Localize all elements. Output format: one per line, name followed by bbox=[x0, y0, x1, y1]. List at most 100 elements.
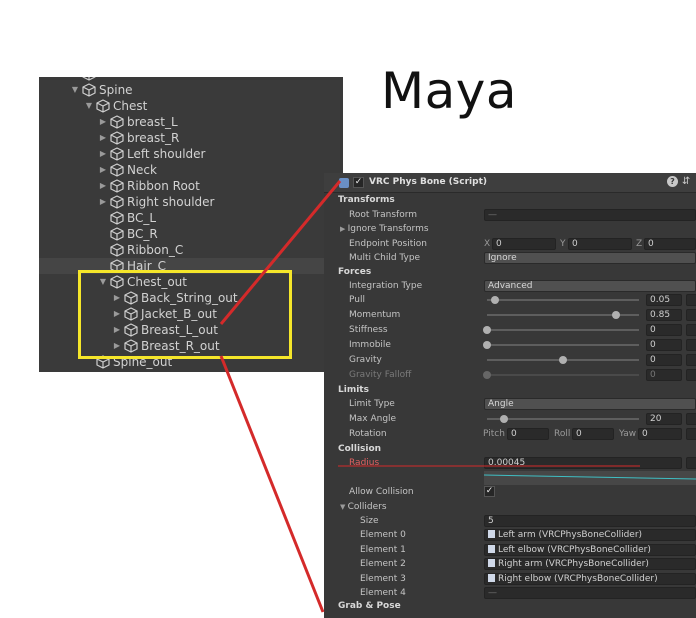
hierarchy-item[interactable]: BC_R bbox=[39, 226, 343, 242]
cube-icon bbox=[110, 115, 124, 129]
ignore-transforms-toggle[interactable]: ▶ Ignore Transforms bbox=[340, 224, 429, 234]
stiffness-value-field[interactable]: 0 bbox=[646, 324, 682, 336]
hierarchy-item[interactable]: Hair_C bbox=[39, 258, 343, 274]
file-icon bbox=[488, 573, 495, 582]
stiffness-slider-track[interactable] bbox=[487, 329, 639, 331]
gravity-curve-field[interactable] bbox=[686, 354, 696, 366]
limit-type-dropdown[interactable]: Angle bbox=[484, 398, 696, 410]
momentum-value-field[interactable]: 0.85 bbox=[646, 309, 682, 321]
z-axis-label: Z bbox=[636, 239, 643, 249]
root-transform-row: Root Transform — bbox=[324, 208, 696, 222]
hierarchy-item[interactable]: ▶ Breast_R_out bbox=[39, 338, 343, 354]
rotation-curve-field[interactable] bbox=[686, 428, 696, 440]
collider-element-label: Element 2 bbox=[360, 559, 406, 569]
stiffness-curve-field[interactable] bbox=[686, 324, 696, 336]
endpoint-y-field[interactable]: 0 bbox=[568, 238, 632, 250]
hierarchy-item[interactable]: ▶ Back_String_out bbox=[39, 290, 343, 306]
radius-value-field[interactable]: 0.00045 bbox=[484, 457, 682, 469]
hierarchy-item-label: Chest bbox=[113, 99, 148, 113]
max-angle-slider-handle[interactable] bbox=[499, 415, 508, 423]
hierarchy-item[interactable]: ▶ Jacket_B_out bbox=[39, 306, 343, 322]
allow-collision-checkbox[interactable]: ✓ bbox=[484, 486, 495, 497]
integration-type-dropdown[interactable]: Advanced bbox=[484, 280, 696, 292]
immobile-row: Immobile 0 bbox=[324, 338, 696, 352]
cube-icon bbox=[110, 227, 124, 241]
chevron-right-icon[interactable]: ▶ bbox=[98, 130, 108, 146]
hierarchy-item[interactable]: ▶ breast_R bbox=[39, 130, 343, 146]
hierarchy-item[interactable]: ▼ Spine bbox=[39, 82, 343, 98]
cube-icon bbox=[82, 77, 96, 81]
chevron-right-icon[interactable]: ▶ bbox=[98, 114, 108, 130]
immobile-value-field[interactable]: 0 bbox=[646, 339, 682, 351]
chevron-down-icon[interactable]: ▼ bbox=[70, 82, 80, 98]
gravity-value-field[interactable]: 0 bbox=[646, 354, 682, 366]
max-angle-value-field[interactable]: 20 bbox=[646, 413, 682, 425]
ignore-transforms-row[interactable]: ▶ Ignore Transforms bbox=[324, 222, 696, 236]
hierarchy-item[interactable]: ▶ breast_L bbox=[39, 114, 343, 130]
pull-curve-field[interactable] bbox=[686, 294, 696, 306]
pull-value-field[interactable]: 0.05 bbox=[646, 294, 682, 306]
hierarchy-item[interactable]: ▶ Right shoulder bbox=[39, 194, 343, 210]
immobile-curve-field[interactable] bbox=[686, 339, 696, 351]
endpoint-x-field[interactable]: 0 bbox=[492, 238, 556, 250]
chevron-right-icon[interactable]: ▶ bbox=[112, 290, 122, 306]
hierarchy-item[interactable]: ▼ Chest bbox=[39, 98, 343, 114]
hierarchy-item[interactable]: BC_L bbox=[39, 210, 343, 226]
collider-object-name: Left elbow (VRCPhysBoneCollider) bbox=[498, 544, 651, 555]
chevron-right-icon[interactable]: ▶ bbox=[98, 194, 108, 210]
gravity-slider-handle[interactable] bbox=[559, 356, 567, 364]
hierarchy-item[interactable]: ▶ Neck bbox=[39, 162, 343, 178]
collider-element-row: Element 1 Left elbow (VRCPhysBoneCollider… bbox=[324, 543, 696, 557]
stiffness-slider-handle[interactable] bbox=[483, 326, 491, 334]
chevron-right-icon[interactable]: ▶ bbox=[112, 322, 122, 338]
collider-object-field[interactable]: Left elbow (VRCPhysBoneCollider) bbox=[484, 543, 696, 556]
colliders-size-field[interactable]: 5 bbox=[484, 515, 696, 527]
chevron-right-icon[interactable]: ▶ bbox=[98, 178, 108, 194]
radius-curve-button[interactable] bbox=[686, 457, 696, 469]
max-angle-curve-field[interactable] bbox=[686, 413, 696, 425]
hierarchy-item-label: BC_R bbox=[127, 227, 158, 241]
help-icon[interactable]: ? bbox=[667, 176, 678, 187]
immobile-slider-track[interactable] bbox=[487, 344, 639, 346]
integration-type-label: Integration Type bbox=[349, 281, 423, 291]
hierarchy-item[interactable]: Ribbon_C bbox=[39, 242, 343, 258]
chevron-right-icon[interactable]: ▶ bbox=[98, 162, 108, 178]
max-angle-slider-track[interactable] bbox=[487, 418, 639, 420]
hierarchy-item-label: Back_String_out bbox=[141, 291, 238, 305]
roll-field[interactable]: 0 bbox=[572, 428, 614, 440]
collider-object-name: Right elbow (VRCPhysBoneCollider) bbox=[498, 573, 658, 584]
max-angle-row: Max Angle 20 bbox=[324, 412, 696, 426]
momentum-slider-handle[interactable] bbox=[612, 311, 621, 319]
cube-icon bbox=[96, 355, 110, 369]
collider-object-field[interactable]: Right elbow (VRCPhysBoneCollider) bbox=[484, 572, 696, 585]
momentum-curve-field[interactable] bbox=[686, 309, 696, 321]
chevron-right-icon[interactable]: ▶ bbox=[98, 146, 108, 162]
hierarchy-item[interactable]: Spine_out bbox=[39, 354, 343, 370]
pitch-field[interactable]: 0 bbox=[507, 428, 549, 440]
chevron-down-icon[interactable]: ▼ bbox=[98, 274, 108, 290]
chevron-right-icon[interactable]: ▶ bbox=[112, 306, 122, 322]
preset-icon[interactable]: ⇵ bbox=[682, 176, 690, 187]
hierarchy-item[interactable]: ▶ Left shoulder bbox=[39, 146, 343, 162]
collider-object-field[interactable]: Left arm (VRCPhysBoneCollider) bbox=[484, 529, 696, 541]
collider-object-field[interactable]: Right arm (VRCPhysBoneCollider) bbox=[484, 558, 696, 570]
colliders-toggle[interactable]: ▼ Colliders bbox=[340, 502, 387, 512]
colliders-row[interactable]: ▼ Colliders bbox=[324, 500, 696, 514]
chevron-right-icon[interactable]: ▶ bbox=[112, 338, 122, 354]
yaw-field[interactable]: 0 bbox=[638, 428, 682, 440]
component-enabled-checkbox[interactable]: ✓ bbox=[353, 177, 364, 188]
component-header[interactable]: ✓ VRC Phys Bone (Script) ? ⇵ bbox=[324, 173, 696, 193]
hierarchy-item[interactable]: ▶ Ribbon Root bbox=[39, 178, 343, 194]
endpoint-z-field[interactable]: 0 bbox=[644, 238, 696, 250]
hierarchy-item[interactable]: ▼ Chest_out bbox=[39, 274, 343, 290]
chevron-down-icon[interactable]: ▼ bbox=[84, 98, 94, 114]
radius-curve-preview[interactable] bbox=[484, 471, 696, 485]
gravity-falloff-slider-track bbox=[487, 374, 639, 376]
immobile-slider-handle[interactable] bbox=[483, 341, 491, 349]
hierarchy-item[interactable]: ▶ Breast_L_out bbox=[39, 322, 343, 338]
multi-child-type-dropdown[interactable]: Ignore bbox=[484, 252, 696, 264]
pull-slider-track[interactable] bbox=[487, 299, 639, 301]
collider-object-field[interactable]: — bbox=[484, 587, 696, 599]
pull-slider-handle[interactable] bbox=[490, 296, 499, 304]
root-transform-field[interactable]: — bbox=[484, 209, 696, 221]
